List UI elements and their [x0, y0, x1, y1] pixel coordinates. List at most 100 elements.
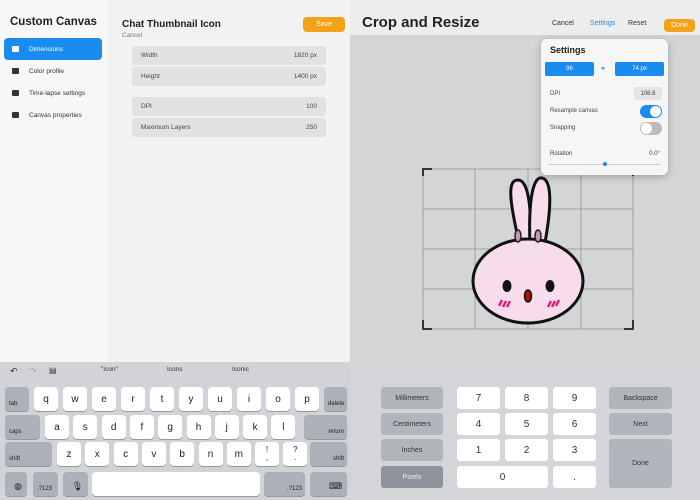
next-key[interactable]: Next: [609, 413, 672, 435]
sidebar-item-time-lapse[interactable]: Time-lapse settings: [4, 82, 102, 104]
rotation-slider-thumb[interactable]: [603, 162, 607, 166]
backspace-key[interactable]: Backspace: [609, 387, 672, 409]
key-1[interactable]: 1: [457, 439, 500, 461]
hide-keyboard-key[interactable]: ⌨: [310, 472, 347, 496]
numpad-done-key[interactable]: Done: [609, 439, 672, 488]
key-s[interactable]: s: [73, 415, 98, 439]
unit-millimeters[interactable]: Millimeters: [381, 387, 443, 409]
key-g[interactable]: g: [158, 415, 183, 439]
rotation-label: Rotation: [550, 151, 573, 157]
max-layers-field[interactable]: Maximum Layers 250: [132, 118, 326, 137]
crop-title: Crop and Resize: [362, 14, 480, 31]
key-0[interactable]: 0: [457, 466, 548, 488]
key-4[interactable]: 4: [457, 413, 500, 435]
field-label: Maximum Layers: [141, 124, 191, 131]
caps-key[interactable]: caps: [5, 415, 40, 439]
key-n[interactable]: n: [198, 442, 223, 466]
key-v[interactable]: v: [141, 442, 166, 466]
sidebar-item-canvas-properties[interactable]: Canvas properties: [4, 104, 102, 126]
height-input[interactable]: 74 px: [615, 62, 664, 76]
key-f[interactable]: f: [129, 415, 154, 439]
done-button[interactable]: Done: [664, 19, 695, 32]
key-h[interactable]: h: [186, 415, 211, 439]
key-6[interactable]: 6: [553, 413, 596, 435]
unit-inches[interactable]: Inches: [381, 439, 443, 461]
rotation-value: 0.0°: [649, 151, 660, 157]
snapping-toggle[interactable]: [640, 122, 662, 135]
key-9[interactable]: 9: [553, 387, 596, 409]
suggestion-1[interactable]: "Icon": [101, 366, 118, 373]
key-decimal[interactable]: .: [553, 466, 596, 488]
key-b[interactable]: b: [170, 442, 195, 466]
numbers-key-left[interactable]: .?123: [33, 472, 58, 496]
key-q[interactable]: q: [34, 387, 58, 411]
suggestion-2[interactable]: Icons: [167, 366, 183, 373]
canvas-title: Chat Thumbnail Icon: [122, 19, 221, 30]
shift-key-left[interactable]: shift: [5, 442, 52, 466]
dpi-field[interactable]: DPI 100: [132, 97, 326, 116]
link-icon[interactable]: ⚭: [600, 65, 606, 73]
key-i[interactable]: i: [237, 387, 261, 411]
key-2[interactable]: 2: [505, 439, 548, 461]
reset-button[interactable]: Reset: [628, 20, 646, 27]
paste-icon[interactable]: ▤: [49, 366, 57, 375]
key-w[interactable]: w: [63, 387, 87, 411]
save-button[interactable]: Save: [303, 17, 345, 32]
key-8[interactable]: 8: [505, 387, 548, 409]
space-key[interactable]: [92, 472, 260, 496]
document-icon: [12, 68, 19, 74]
cancel-button[interactable]: Cancel: [122, 32, 142, 39]
key-3[interactable]: 3: [553, 439, 596, 461]
dpi-label: DPI: [550, 91, 561, 97]
key-7[interactable]: 7: [457, 387, 500, 409]
microphone-key[interactable]: 🎙: [63, 472, 88, 496]
key-o[interactable]: o: [266, 387, 290, 411]
settings-popover: Settings 96 ⚭ 74 px DPI 106.6 Resample c…: [541, 39, 668, 175]
sidebar-item-label: Time-lapse settings: [29, 89, 86, 97]
key-c[interactable]: c: [113, 442, 138, 466]
key-e[interactable]: e: [92, 387, 116, 411]
crop-frame[interactable]: [420, 166, 636, 332]
sidebar-item-dimensions[interactable]: Dimensions: [4, 38, 102, 60]
resample-toggle[interactable]: [640, 105, 662, 118]
suggestion-3[interactable]: Iconic: [232, 366, 249, 373]
key-d[interactable]: d: [101, 415, 126, 439]
width-field[interactable]: Width 1820 px: [132, 46, 326, 65]
sidebar-item-color-profile[interactable]: Color profile: [4, 60, 102, 82]
redo-icon[interactable]: ↷: [29, 366, 37, 377]
key-x[interactable]: x: [85, 442, 110, 466]
delete-key[interactable]: delete: [324, 387, 347, 411]
key-p[interactable]: p: [295, 387, 319, 411]
key-a[interactable]: a: [45, 415, 69, 439]
key-char: .: [294, 453, 297, 462]
key-punct[interactable]: ?.: [283, 442, 308, 466]
return-key[interactable]: return: [304, 415, 347, 439]
settings-button[interactable]: Settings: [590, 20, 615, 27]
key-t[interactable]: t: [150, 387, 174, 411]
key-punct[interactable]: !,: [255, 442, 279, 466]
key-l[interactable]: l: [271, 415, 296, 439]
undo-icon[interactable]: ↶: [10, 366, 18, 377]
key-r[interactable]: r: [121, 387, 145, 411]
globe-key[interactable]: ◍: [5, 472, 27, 496]
numbers-key-right[interactable]: .?123: [264, 472, 305, 496]
cancel-button[interactable]: Cancel: [552, 20, 574, 27]
key-z[interactable]: z: [57, 442, 81, 466]
key-y[interactable]: y: [179, 387, 203, 411]
shift-key-right[interactable]: shift: [310, 442, 347, 466]
key-j[interactable]: j: [214, 415, 239, 439]
key-u[interactable]: u: [208, 387, 232, 411]
canvas-icon: [12, 112, 19, 118]
unit-pixels[interactable]: Pixels: [381, 466, 443, 488]
key-5[interactable]: 5: [505, 413, 548, 435]
popover-title: Settings: [550, 45, 586, 55]
field-label: Width: [141, 52, 158, 59]
width-input[interactable]: 96: [545, 62, 594, 76]
microphone-icon: 🎙: [71, 481, 84, 491]
unit-centimeters[interactable]: Centimeters: [381, 413, 443, 435]
dpi-input[interactable]: 106.6: [634, 87, 662, 100]
key-k[interactable]: k: [243, 415, 268, 439]
tab-key[interactable]: tab: [5, 387, 29, 411]
height-field[interactable]: Height 1400 px: [132, 67, 326, 86]
key-m[interactable]: m: [226, 442, 251, 466]
